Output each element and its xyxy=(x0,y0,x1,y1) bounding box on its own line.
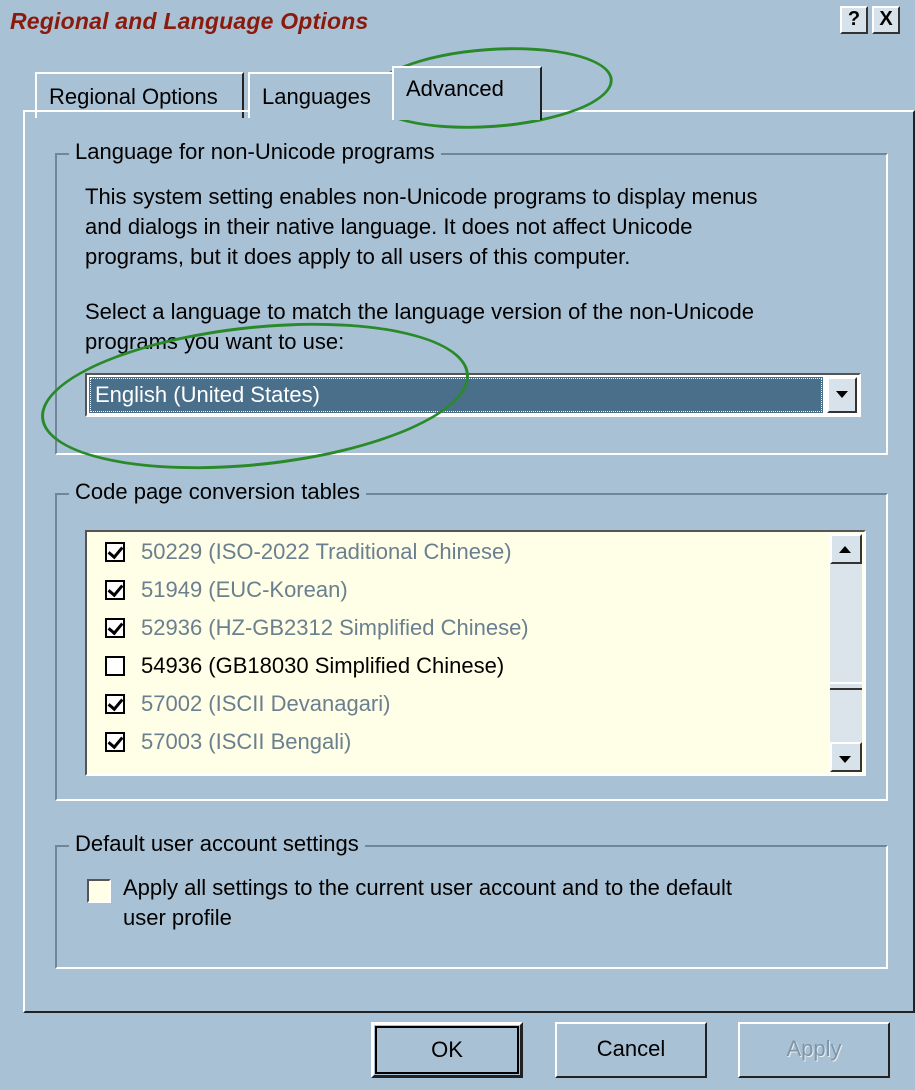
list-item-label: 50229 (ISO-2022 Traditional Chinese) xyxy=(141,539,512,564)
tab-languages[interactable]: Languages xyxy=(248,72,396,118)
scroll-down-button[interactable] xyxy=(830,742,862,772)
tab-label: Regional Options xyxy=(49,84,218,109)
arrow-down-icon xyxy=(839,756,851,763)
checkmark-icon xyxy=(107,542,124,560)
tab-advanced[interactable]: Advanced xyxy=(392,66,542,120)
list-item-label: 54936 (GB18030 Simplified Chinese) xyxy=(141,653,505,678)
list-item-label: 57003 (ISCII Bengali) xyxy=(141,729,352,754)
help-button[interactable]: ? xyxy=(840,6,868,34)
non-unicode-description: This system setting enables non-Unicode … xyxy=(85,182,758,272)
dropdown-arrow-button[interactable] xyxy=(827,377,857,413)
checkbox-label: Apply all settings to the current user a… xyxy=(123,873,843,933)
code-page-list[interactable]: 50229 (ISO-2022 Traditional Chinese) 519… xyxy=(85,530,866,776)
checkbox-label-line: Apply all settings to the current user a… xyxy=(123,875,733,900)
selected-language: English (United States) xyxy=(89,377,823,413)
checkmark-icon xyxy=(107,732,124,750)
apply-button-label: Apply xyxy=(786,1036,842,1061)
group-title: Code page conversion tables xyxy=(69,479,366,505)
description-line: programs, but it does apply to all users… xyxy=(85,244,631,269)
checkmark-icon xyxy=(107,618,124,636)
checkbox[interactable] xyxy=(105,618,125,638)
checkbox[interactable] xyxy=(105,732,125,752)
chevron-down-icon xyxy=(836,391,848,398)
checkmark-icon xyxy=(107,580,124,598)
cancel-button[interactable]: Cancel xyxy=(555,1022,707,1078)
checkbox[interactable] xyxy=(105,656,125,676)
description-line: and dialogs in their native language. It… xyxy=(85,214,693,239)
apply-button[interactable]: Apply xyxy=(738,1022,890,1078)
scroll-thumb[interactable] xyxy=(830,682,862,690)
checkbox-label-line: user profile xyxy=(123,905,232,930)
prompt-line: programs you want to use: xyxy=(85,329,345,354)
arrow-up-icon xyxy=(839,546,851,553)
language-select[interactable]: English (United States) xyxy=(85,373,861,417)
close-button[interactable]: X xyxy=(872,6,900,34)
ok-button[interactable]: OK xyxy=(371,1022,523,1078)
vertical-scrollbar[interactable] xyxy=(830,534,862,772)
description-line: This system setting enables non-Unicode … xyxy=(85,184,758,209)
checkmark-icon xyxy=(107,694,124,712)
list-item-label: 51949 (EUC-Korean) xyxy=(141,577,348,602)
checkbox[interactable] xyxy=(105,694,125,714)
checkbox[interactable] xyxy=(105,542,125,562)
scroll-up-button[interactable] xyxy=(830,534,862,564)
list-item-label: 52936 (HZ-GB2312 Simplified Chinese) xyxy=(141,615,529,640)
window-title: Regional and Language Options xyxy=(10,8,369,34)
checkbox[interactable] xyxy=(87,879,111,903)
group-title: Language for non-Unicode programs xyxy=(69,139,441,165)
ok-button-label: OK xyxy=(431,1037,463,1062)
select-prompt: Select a language to match the language … xyxy=(85,297,754,357)
checkbox[interactable] xyxy=(105,580,125,600)
title-bar: Regional and Language Options ? X xyxy=(0,0,915,44)
list-item-label: 57002 (ISCII Devanagari) xyxy=(141,691,391,716)
group-title: Default user account settings xyxy=(69,831,365,857)
prompt-line: Select a language to match the language … xyxy=(85,299,755,324)
tab-label: Advanced xyxy=(406,76,504,101)
tab-label: Languages xyxy=(262,84,371,109)
cancel-button-label: Cancel xyxy=(596,1036,666,1061)
